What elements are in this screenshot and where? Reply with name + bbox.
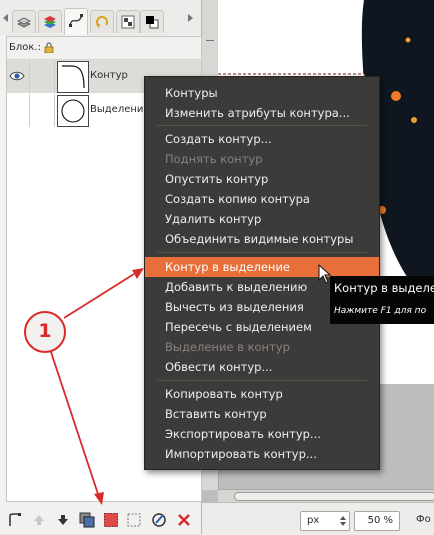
menu-item-export-path[interactable]: Экспортировать контур... <box>145 424 379 444</box>
annotation-marker: 1 <box>24 311 66 353</box>
menu-item-delete-path[interactable]: Удалить контур <box>145 209 379 229</box>
menu-item-label: Изменить атрибуты контура... <box>165 106 350 120</box>
unit-selector[interactable]: px <box>300 511 350 531</box>
horizontal-scrollbar[interactable] <box>218 489 434 502</box>
eye-icon[interactable] <box>9 69 25 83</box>
tab-paths[interactable] <box>64 8 88 35</box>
stroke-path-icon[interactable] <box>151 512 167 528</box>
chain-link-cell[interactable] <box>29 94 55 127</box>
menu-item-label: Опустить контур <box>165 172 269 186</box>
tab-colors[interactable] <box>140 10 164 33</box>
scrollbar-thumb[interactable] <box>234 492 434 501</box>
menu-item-raise-path: Поднять контур <box>145 149 379 169</box>
lock-icon[interactable] <box>44 42 54 53</box>
duplicate-path-icon[interactable] <box>79 512 95 528</box>
lock-label: Блок.: <box>9 42 41 53</box>
menu-item-stroke-path[interactable]: Обвести контур... <box>145 357 379 377</box>
brushes-icon <box>121 15 135 29</box>
path-thumbnail <box>57 61 89 93</box>
new-path-icon[interactable] <box>7 512 23 528</box>
colors-icon <box>146 16 159 29</box>
layers-icon <box>17 17 31 28</box>
menu-item-label: Вычесть из выделения <box>165 300 304 314</box>
menu-item-paths[interactable]: Контуры <box>145 83 379 103</box>
lower-path-icon[interactable] <box>55 512 71 528</box>
tooltip-title: Контур в выделение <box>334 281 434 295</box>
tab-scroll-right-icon[interactable] <box>188 14 193 22</box>
tooltip-hint: Нажмите F1 для по <box>334 306 427 316</box>
menu-item-label: Импортировать контур... <box>165 447 317 461</box>
menu-item-merge-visible-paths[interactable]: Объединить видимые контуры <box>145 229 379 249</box>
menu-item-paste-path[interactable]: Вставить контур <box>145 404 379 424</box>
tab-undo-history[interactable] <box>90 10 114 33</box>
menu-item-path-to-selection[interactable]: Контур в выделение <box>145 257 379 277</box>
menu-item-label: Поднять контур <box>165 152 263 166</box>
zoom-selector[interactable]: 50 % <box>354 511 400 531</box>
path-name[interactable]: Выделение <box>90 104 150 115</box>
tab-scroll-left-icon[interactable] <box>3 14 8 22</box>
menu-item-label: Удалить контур <box>165 212 262 226</box>
menu-item-label: Создать контур... <box>165 132 272 146</box>
menu-item-label: Вставить контур <box>165 407 267 421</box>
menu-item-label: Добавить к выделению <box>165 280 308 294</box>
paths-context-menu: Контуры Изменить атрибуты контура... Соз… <box>144 76 380 470</box>
selection-to-path-icon[interactable] <box>126 512 142 528</box>
menu-item-import-path[interactable]: Импортировать контур... <box>145 444 379 464</box>
paths-button-bar <box>0 504 201 534</box>
unit-value: px <box>307 515 320 526</box>
menu-item-selection-to-path: Выделение в контур <box>145 337 379 357</box>
lock-row: Блок.: <box>7 37 201 60</box>
menu-item-label: Контуры <box>165 86 218 100</box>
delete-path-icon[interactable] <box>176 512 192 528</box>
zoom-value: 50 % <box>367 515 393 526</box>
annotation-marker-number: 1 <box>38 320 52 342</box>
menu-item-new-path[interactable]: Создать контур... <box>145 129 379 149</box>
menu-item-label: Объединить видимые контуры <box>165 232 354 246</box>
status-message: Фо <box>416 514 431 525</box>
mouse-cursor-icon <box>318 264 332 284</box>
menu-separator <box>157 252 367 253</box>
path-thumbnail <box>57 95 89 127</box>
menu-item-label: Экспортировать контур... <box>165 427 321 441</box>
menu-item-label: Создать копию контура <box>165 192 310 206</box>
menu-separator <box>157 125 367 126</box>
unit-spin-icon <box>340 516 346 526</box>
undo-history-icon <box>96 16 108 28</box>
menu-item-label: Контур в выделение <box>165 260 290 274</box>
menu-item-label: Пересечь с выделением <box>165 320 312 334</box>
tooltip: Контур в выделение Нажмите F1 для по <box>330 276 434 324</box>
tab-channels[interactable] <box>38 10 62 33</box>
path-to-selection-icon[interactable] <box>103 512 119 528</box>
tab-brushes[interactable] <box>116 10 140 33</box>
raise-path-icon[interactable] <box>31 512 47 528</box>
menu-item-edit-path-attributes[interactable]: Изменить атрибуты контура... <box>145 103 379 123</box>
menu-item-copy-path[interactable]: Копировать контур <box>145 384 379 404</box>
tab-layers[interactable] <box>12 10 36 33</box>
menu-item-label: Обвести контур... <box>165 360 273 374</box>
menu-item-duplicate-path[interactable]: Создать копию контура <box>145 189 379 209</box>
channels-icon <box>44 16 56 28</box>
menu-item-label: Копировать контур <box>165 387 283 401</box>
path-name[interactable]: Контур <box>90 70 128 81</box>
status-bar: px 50 % Фо <box>202 502 434 535</box>
chain-link-cell[interactable] <box>29 60 55 93</box>
menu-separator <box>157 380 367 381</box>
menu-item-lower-path[interactable]: Опустить контур <box>145 169 379 189</box>
paths-icon <box>69 14 83 27</box>
menu-item-label: Выделение в контур <box>165 340 290 354</box>
dock-tab-bar <box>0 0 201 36</box>
